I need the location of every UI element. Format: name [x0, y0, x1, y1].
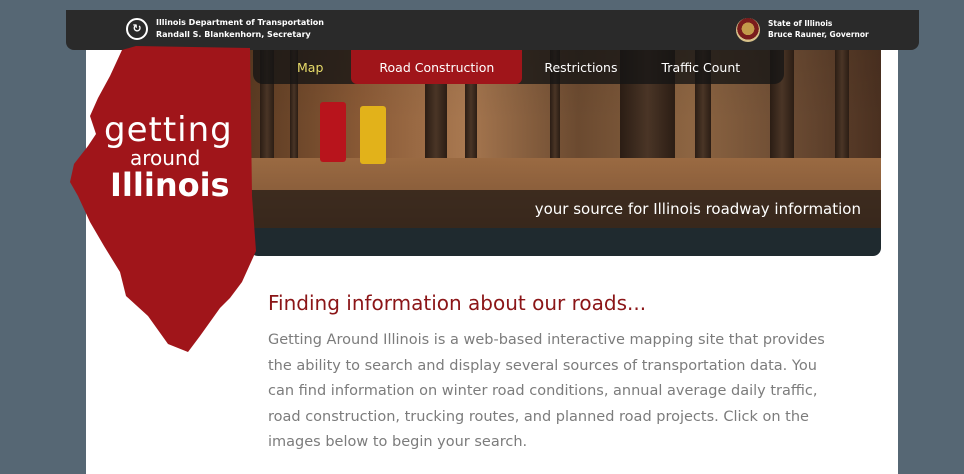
main-nav: Map Road Construction Restrictions Traff…	[253, 50, 785, 84]
nav-road-construction[interactable]: Road Construction	[351, 50, 523, 84]
nav-map[interactable]: Map	[253, 50, 351, 84]
nav-restrictions[interactable]: Restrictions	[522, 50, 639, 84]
logo-illinois[interactable]: Illinois	[110, 166, 230, 204]
logo-getting[interactable]: getting	[104, 110, 233, 150]
department-block[interactable]: Illinois Department of Transportation Ra…	[156, 17, 324, 41]
top-header-bar: ↻ Illinois Department of Transportation …	[66, 10, 919, 50]
nav-traffic-count[interactable]: Traffic Count	[640, 50, 785, 84]
content-title: Finding information about our roads...	[268, 291, 647, 315]
content-body: Getting Around Illinois is a web-based i…	[268, 332, 825, 450]
tagline-bar: your source for Illinois roadway informa…	[250, 190, 881, 228]
governor-name: Bruce Rauner, Governor	[768, 30, 869, 39]
hiker-yellow	[360, 106, 386, 164]
state-name: State of Illinois	[768, 19, 833, 28]
state-block[interactable]: State of Illinois Bruce Rauner, Governor	[768, 18, 869, 40]
hero-tagline: your source for Illinois roadway informa…	[534, 200, 861, 218]
department-name: Illinois Department of Transportation	[156, 18, 324, 27]
state-seal-icon[interactable]	[736, 18, 760, 42]
secretary-name: Randall S. Blankenhorn, Secretary	[156, 30, 311, 39]
hiker-red	[320, 102, 346, 162]
hero-footer-bar	[250, 228, 881, 256]
idot-logo-icon[interactable]: ↻	[126, 18, 148, 40]
